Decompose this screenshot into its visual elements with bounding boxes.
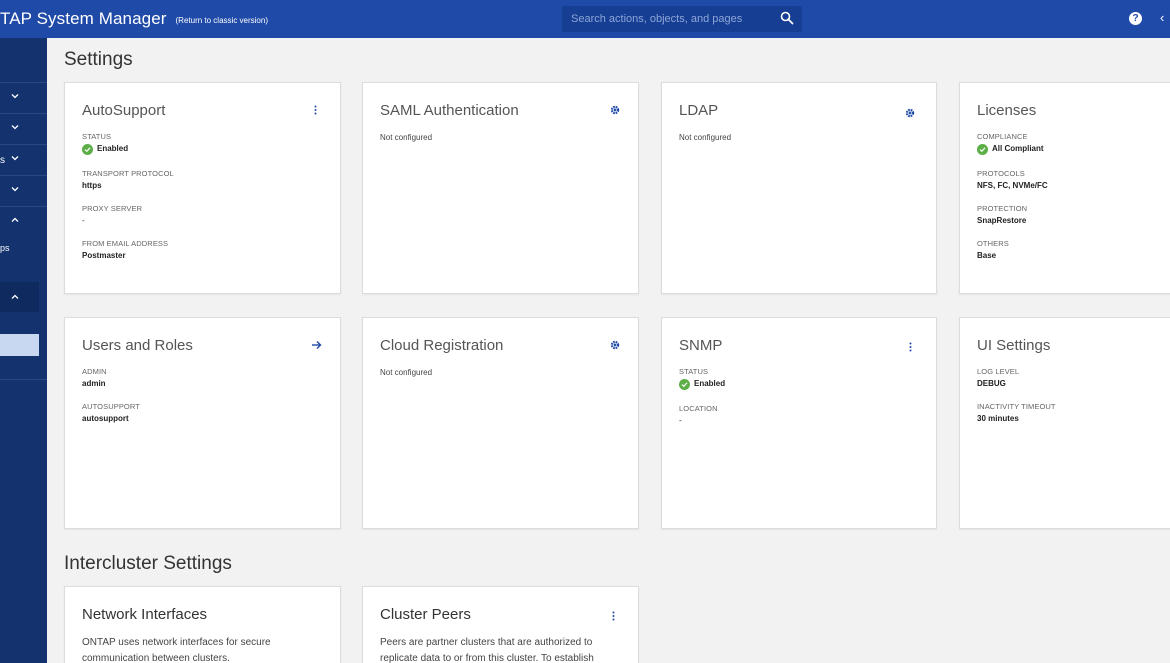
field-value: 30 minutes: [977, 414, 1019, 423]
sidebar-item-cluster[interactable]: [0, 282, 39, 312]
card-title: AutoSupport: [82, 102, 166, 119]
card-title: SNMP: [679, 337, 723, 354]
arrow-right-icon[interactable]: [310, 338, 322, 352]
field-label: LOG LEVEL: [977, 367, 1020, 376]
field-value: NFS, FC, NVMe/FC: [977, 181, 1048, 190]
field-label: FROM EMAIL ADDRESS: [82, 239, 169, 248]
card-title: UI Settings: [977, 337, 1051, 354]
field-value: autosupport: [82, 414, 129, 423]
ldap-card: LDAP Not configured: [661, 82, 937, 294]
chevron-down-icon: [11, 125, 19, 130]
field-label: STATUS: [82, 132, 112, 141]
card-title: Users and Roles: [82, 337, 193, 354]
field-label: LOCATION: [679, 404, 718, 413]
field-label: COMPLIANCE: [977, 132, 1028, 141]
cluster-peers-card: Cluster Peers Peers are partner clusters…: [362, 586, 639, 663]
chevron-up-icon: [11, 217, 19, 222]
chevron-down-icon: [11, 94, 19, 99]
field-value: https: [82, 181, 102, 190]
card-description: ONTAP uses network interfaces for secure…: [82, 637, 271, 663]
app-title[interactable]: TAP System Manager: [0, 9, 167, 29]
field-label: OTHERS: [977, 239, 1009, 248]
field-label: PROXY SERVER: [82, 204, 143, 213]
sidebar-item-5[interactable]: [0, 207, 47, 238]
card-title: Cluster Peers: [380, 606, 471, 623]
field-value: admin: [82, 379, 106, 388]
field-value: -: [82, 216, 85, 225]
chevron-up-icon: [11, 294, 19, 299]
card-title: Cloud Registration: [380, 337, 504, 354]
status-text: Not configured: [380, 368, 433, 377]
global-search: [562, 6, 802, 32]
compliance-value: All Compliant: [992, 144, 1044, 153]
network-interfaces-card: Network Interfaces ONTAP uses network in…: [64, 586, 341, 663]
sidebar-subitem[interactable]: ps: [0, 243, 10, 253]
field-value: -: [679, 416, 682, 425]
page-title: Settings: [64, 49, 133, 70]
field-label: ADMIN: [82, 367, 107, 376]
autosupport-card: AutoSupport STATUS Enabled TRANSPORT PRO…: [64, 82, 341, 294]
kebab-menu-icon[interactable]: [309, 103, 321, 117]
sidebar-item-3[interactable]: s: [0, 145, 47, 176]
section-title: Intercluster Settings: [64, 553, 232, 574]
licenses-card: Licenses COMPLIANCE All Compliant PROTOC…: [959, 82, 1170, 294]
card-title: Licenses: [977, 102, 1037, 119]
field-value: Base: [977, 251, 997, 260]
sidebar-item-2[interactable]: [0, 114, 47, 145]
field-label: STATUS: [679, 367, 709, 376]
collapse-icon[interactable]: ‹: [1160, 10, 1164, 25]
chevron-down-icon: [11, 156, 19, 161]
card-description: Peers are partner clusters that are auth…: [380, 637, 594, 663]
kebab-menu-icon[interactable]: [904, 340, 916, 354]
users-roles-card: Users and Roles ADMIN admin AUTOSUPPORT …: [64, 317, 341, 529]
return-classic-link[interactable]: (Return to classic version): [176, 16, 268, 25]
gear-icon[interactable]: [609, 338, 621, 352]
search-icon[interactable]: [780, 11, 794, 25]
field-label: PROTOCOLS: [977, 169, 1025, 178]
field-value: DEBUG: [977, 379, 1006, 388]
status-text: Not configured: [380, 133, 433, 142]
sidebar-divider: [0, 379, 47, 380]
gear-icon[interactable]: [609, 103, 621, 117]
status-value: Enabled: [694, 379, 726, 388]
gear-icon[interactable]: [904, 106, 916, 120]
snmp-card: SNMP STATUS Enabled LOCATION -: [661, 317, 937, 529]
sidebar: s ps: [0, 38, 47, 663]
saml-card: SAML Authentication Not configured: [362, 82, 639, 294]
sidebar-item-settings-selected[interactable]: [0, 334, 39, 356]
status-text: Not configured: [679, 133, 732, 142]
search-input[interactable]: [562, 13, 767, 25]
field-label: AUTOSUPPORT: [82, 402, 140, 411]
chevron-down-icon: [11, 187, 19, 192]
sidebar-item-label: s: [0, 155, 5, 166]
sidebar-item-1[interactable]: [0, 83, 47, 114]
field-value: SnapRestore: [977, 216, 1027, 225]
top-bar: TAP System Manager (Return to classic ve…: [0, 0, 1170, 38]
card-title: SAML Authentication: [380, 102, 519, 119]
field-value: Postmaster: [82, 251, 126, 260]
sidebar-item-4[interactable]: [0, 176, 47, 207]
card-title: LDAP: [679, 102, 719, 119]
help-icon[interactable]: ?: [1129, 12, 1142, 25]
field-label: INACTIVITY TIMEOUT: [977, 402, 1056, 411]
cloud-registration-card: Cloud Registration Not configured: [362, 317, 639, 529]
card-title: Network Interfaces: [82, 606, 208, 623]
kebab-menu-icon[interactable]: [607, 609, 619, 623]
status-value: Enabled: [97, 144, 129, 153]
field-label: PROTECTION: [977, 204, 1028, 213]
field-label: TRANSPORT PROTOCOL: [82, 169, 174, 178]
ui-settings-card: UI Settings LOG LEVEL DEBUG INACTIVITY T…: [959, 317, 1170, 529]
